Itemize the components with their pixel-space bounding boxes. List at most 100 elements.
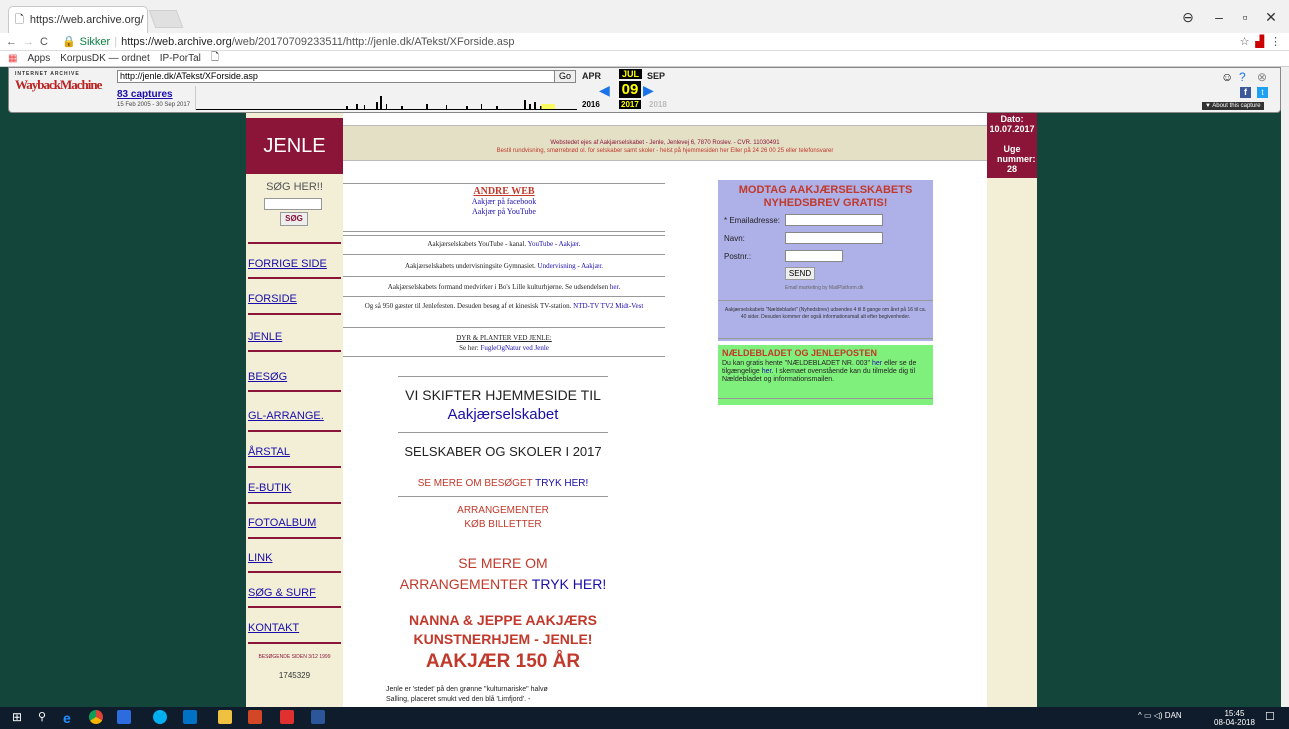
- arrangementer-label: ARRANGEMENTER: [399, 576, 529, 592]
- youtube-link[interactable]: Aakjær på YouTube: [472, 207, 536, 216]
- email-field[interactable]: [785, 214, 883, 226]
- twitter-icon[interactable]: t: [1257, 87, 1268, 98]
- chrome-icon[interactable]: [89, 710, 103, 724]
- acrobat-icon[interactable]: [280, 710, 294, 724]
- captures-link[interactable]: 83 captures: [117, 89, 173, 100]
- newsletter-title: MODTAG AAKJÆRSELSKABETS NYHEDSBREV GRATI…: [738, 184, 913, 209]
- reload-icon[interactable]: C: [40, 36, 48, 48]
- aakjaer-150-heading: AAKJÆR 150 ÅR: [425, 651, 581, 672]
- current-day: 09: [619, 81, 641, 98]
- app-icon[interactable]: [117, 710, 131, 724]
- nav-kontakt[interactable]: KONTAKT: [248, 622, 299, 634]
- search-icon[interactable]: ⚲: [38, 710, 52, 724]
- about-capture-button[interactable]: ▼ About this capture: [1202, 102, 1264, 110]
- close-window-button[interactable]: ✕: [1259, 6, 1283, 28]
- word-icon[interactable]: [311, 710, 325, 724]
- zip-field[interactable]: [785, 250, 843, 262]
- search-input[interactable]: [264, 198, 322, 210]
- aakjaerselskabet-link[interactable]: Aakjærselskabet: [448, 406, 559, 423]
- powerpoint-icon[interactable]: [248, 710, 262, 724]
- facebook-icon[interactable]: f: [1240, 87, 1251, 98]
- kob-billetter-text[interactable]: KØB BILLETTER: [398, 519, 608, 530]
- nav-forrige-side[interactable]: FORRIGE SIDE: [248, 258, 327, 270]
- bookmark-ip-portal[interactable]: IP-PorTal: [160, 53, 201, 64]
- naeldebladet-link[interactable]: her: [872, 360, 882, 367]
- dyr-planter-title: DYR & PLANTER VED JENLE:: [456, 334, 552, 342]
- bookmark-korpusdk[interactable]: KorpusDK — ordnet: [60, 53, 150, 64]
- nav-divider: [248, 537, 341, 539]
- url-field[interactable]: 🔒 Sikker | https://web.archive.org/web/2…: [62, 35, 515, 49]
- tryk-her-link[interactable]: TRYK HER!: [535, 478, 588, 489]
- week-label: Uge nummer:: [997, 144, 1036, 164]
- wayback-url-input[interactable]: http://jenle.dk/ATekst/XForside.asp: [117, 70, 557, 83]
- secure-label: Sikker: [79, 35, 111, 48]
- windows-start-icon[interactable]: ⊞: [12, 710, 26, 724]
- undervisning-link[interactable]: Undervisning - Aakjær.: [538, 262, 604, 270]
- youtube-kanal-link[interactable]: YouTube - Aakjær.: [528, 240, 581, 248]
- account-icon[interactable]: ☺: [1221, 70, 1233, 84]
- clock-time: 15:45: [1224, 709, 1245, 718]
- wayback-logo[interactable]: INTERNET ARCHIVE WaybackMachine: [15, 71, 105, 107]
- nav-gl-arrange[interactable]: GL-ARRANGE.: [248, 410, 324, 422]
- skype-icon[interactable]: [153, 710, 167, 724]
- scrollbar[interactable]: [1281, 67, 1289, 707]
- send-button[interactable]: SEND: [785, 267, 815, 280]
- tilgaengelige-link[interactable]: her.: [762, 368, 774, 375]
- name-field[interactable]: [785, 232, 883, 244]
- nav-fotoalbum[interactable]: FOTOALBUM: [248, 517, 316, 529]
- udsendelse-link[interactable]: her.: [610, 283, 620, 291]
- menu-icon[interactable]: ⋮: [1270, 35, 1281, 48]
- andre-web-block: ANDRE WEB Aakjær på facebook Aakjær på Y…: [343, 187, 665, 217]
- ntd-tv-link[interactable]: NTD-TV TV2 Midt-Vest: [573, 302, 643, 310]
- zip-label: Postnr.:: [724, 252, 752, 261]
- apps-icon[interactable]: ▦: [8, 53, 17, 64]
- nav-arstal[interactable]: ÅRSTAL: [248, 446, 290, 458]
- system-tray[interactable]: ^ ▭ ◁) DAN: [1138, 711, 1182, 720]
- nav-jenle[interactable]: JENLE: [248, 331, 282, 343]
- nav-sog-surf[interactable]: SØG & SURF: [248, 587, 316, 599]
- prev-capture-icon[interactable]: ◀: [599, 82, 610, 99]
- se-mere-row: SE MERE OM BESØGET TRYK HER!: [398, 478, 608, 489]
- wayback-go-button[interactable]: Go: [554, 70, 576, 83]
- ie-icon[interactable]: e: [63, 710, 77, 726]
- nav-forside[interactable]: FORSIDE: [248, 293, 297, 305]
- prev-year[interactable]: 2016: [582, 100, 600, 109]
- help-icon[interactable]: ?: [1239, 70, 1246, 84]
- star-icon[interactable]: ☆: [1240, 35, 1250, 48]
- prev-month[interactable]: APR: [582, 71, 601, 81]
- arrangementer-text[interactable]: ARRANGEMENTER: [398, 505, 608, 516]
- mailplatform-link[interactable]: Email marketing by MailPlatform.dk: [785, 285, 863, 291]
- forward-icon[interactable]: →: [23, 36, 34, 48]
- clock[interactable]: 15:45 08-04-2018: [1214, 709, 1255, 727]
- outlook-icon[interactable]: [183, 710, 197, 724]
- page-icon[interactable]: 🗋: [211, 50, 219, 67]
- nav-divider: [248, 277, 341, 279]
- notification-icon[interactable]: ☐: [1265, 710, 1275, 723]
- language-indicator[interactable]: DAN: [1165, 711, 1182, 720]
- close-toolbar-icon[interactable]: ⊗: [1257, 70, 1267, 84]
- back-icon[interactable]: ←: [6, 36, 17, 48]
- maximize-button[interactable]: ▫: [1233, 6, 1257, 28]
- header-line-2: Bestil rundvisning, smørrebrød ol. for s…: [496, 148, 834, 154]
- browser-tab[interactable]: 🗋 https://web.archive.org/ ✕: [8, 6, 148, 33]
- nav-link[interactable]: LINK: [248, 552, 272, 564]
- next-capture-icon[interactable]: ▶: [643, 82, 654, 99]
- bookmark-apps[interactable]: Apps: [27, 53, 50, 64]
- url-path: /web/20170709233511/http://jenle.dk/ATek…: [231, 35, 515, 48]
- nav-e-butik[interactable]: E-BUTIK: [248, 482, 291, 494]
- minimize-button[interactable]: –: [1207, 6, 1231, 28]
- facebook-link[interactable]: Aakjær på facebook: [472, 197, 536, 206]
- fugle-natur-link[interactable]: FugleOgNatur ved Jenle: [480, 344, 548, 352]
- url-host: https://web.archive.org: [121, 35, 232, 48]
- row-text: Aakjærselskabets undervisningsite Gymnas…: [404, 262, 536, 270]
- capture-sparkline[interactable]: [195, 86, 577, 110]
- current-month: JUL: [619, 69, 643, 79]
- file-explorer-icon[interactable]: [218, 710, 232, 724]
- nav-besog[interactable]: BESØG: [248, 371, 287, 383]
- tryk-her-link-2[interactable]: TRYK HER!: [532, 576, 606, 592]
- pdf-extension-icon[interactable]: ▟: [1256, 35, 1264, 48]
- next-month[interactable]: SEP: [647, 71, 665, 81]
- search-button[interactable]: SØG: [280, 212, 308, 226]
- divider: [718, 300, 933, 301]
- profile-icon[interactable]: ⊖: [1176, 6, 1200, 28]
